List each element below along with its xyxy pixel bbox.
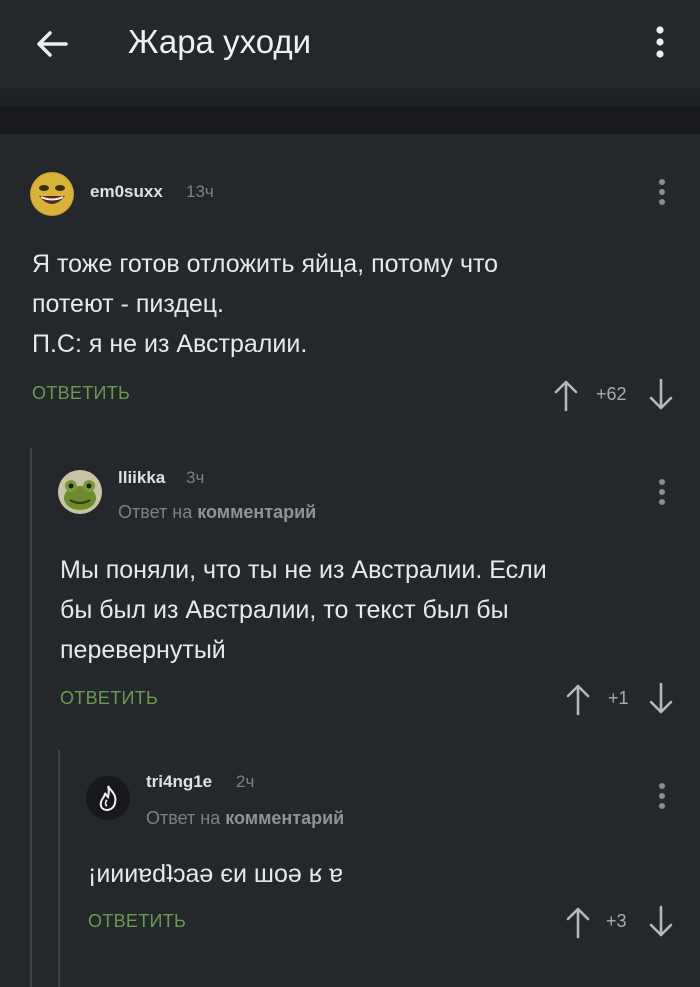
comment-body: Я тоже готов отложить яйца, потому что п…: [32, 244, 662, 364]
reply-to-prefix: Ответ на: [146, 808, 221, 828]
reply-to-label: Ответ на комментарий: [118, 502, 316, 523]
frog-icon: [58, 470, 102, 514]
arrow-up-icon: [566, 684, 590, 716]
timestamp: 3ч: [186, 468, 205, 487]
avatar[interactable]: [58, 470, 102, 514]
arrow-down-icon: [649, 378, 673, 410]
avatar[interactable]: [86, 776, 130, 820]
more-vertical-icon: [659, 479, 665, 505]
upvote-button[interactable]: [565, 682, 591, 716]
more-options-button[interactable]: [644, 22, 676, 62]
comment-body: ¡иииɐdʇɔаǝ єи шоǝ ʁ ɐ: [88, 854, 648, 894]
section-divider: [0, 106, 700, 134]
username[interactable]: lliikka: [118, 468, 165, 488]
comment-menu-button[interactable]: [652, 175, 672, 211]
upvote-button[interactable]: [565, 905, 591, 939]
arrow-down-icon: [649, 682, 673, 714]
reply-button[interactable]: ОТВЕТИТЬ: [88, 911, 186, 932]
reply-button[interactable]: ОТВЕТИТЬ: [32, 383, 130, 404]
appbar-shadow: [0, 88, 700, 106]
score: +3: [606, 911, 627, 931]
comment-line: Мы поняли, что ты не из Австралии. Если: [60, 556, 547, 584]
arrow-up-icon: [554, 380, 578, 412]
app-bar: Жара уходи: [0, 0, 700, 88]
comment-line: П.С: я не из Австралии.: [32, 330, 308, 358]
arrow-left-icon: [37, 31, 68, 57]
reply-to-label: Ответ на комментарий: [146, 808, 344, 829]
score: +62: [596, 384, 627, 404]
downvote-button[interactable]: [648, 378, 674, 412]
reply-button[interactable]: ОТВЕТИТЬ: [60, 688, 158, 709]
comment-line: перевернутый: [60, 636, 226, 664]
downvote-button[interactable]: [648, 682, 674, 716]
score: +1: [608, 688, 629, 708]
comment-menu-button[interactable]: [652, 475, 672, 511]
comment-body: Мы поняли, что ты не из Австралии. Если …: [60, 550, 670, 670]
comment-line: Я тоже готов отложить яйца, потому что: [32, 250, 499, 278]
thread-line: [30, 448, 32, 987]
comment-line: потеют - пиздец.: [32, 290, 225, 318]
reply-to-link[interactable]: комментарий: [225, 808, 344, 828]
username[interactable]: em0suxx: [90, 182, 163, 202]
timestamp: 13ч: [186, 182, 214, 201]
laughing-face-icon: [31, 173, 73, 215]
more-vertical-icon: [656, 26, 664, 58]
comment-line: ¡иииɐdʇɔаǝ єи шоǝ ʁ ɐ: [88, 860, 344, 888]
back-button[interactable]: [28, 20, 76, 68]
upvote-button[interactable]: [553, 378, 579, 412]
username[interactable]: tri4ng1e: [146, 772, 212, 792]
reply-to-prefix: Ответ на: [118, 502, 193, 522]
arrow-up-icon: [566, 907, 590, 939]
comment-menu-button[interactable]: [652, 779, 672, 815]
flame-icon: [86, 776, 130, 820]
more-vertical-icon: [659, 179, 665, 205]
thread-line: [58, 750, 60, 987]
arrow-down-icon: [649, 905, 673, 937]
avatar[interactable]: [30, 172, 74, 216]
reply-to-link[interactable]: комментарий: [197, 502, 316, 522]
more-vertical-icon: [659, 783, 665, 809]
downvote-button[interactable]: [648, 905, 674, 939]
comment-line: бы был из Австралии, то текст был бы: [60, 596, 509, 624]
page-title: Жара уходи: [128, 23, 312, 60]
timestamp: 2ч: [236, 772, 255, 791]
